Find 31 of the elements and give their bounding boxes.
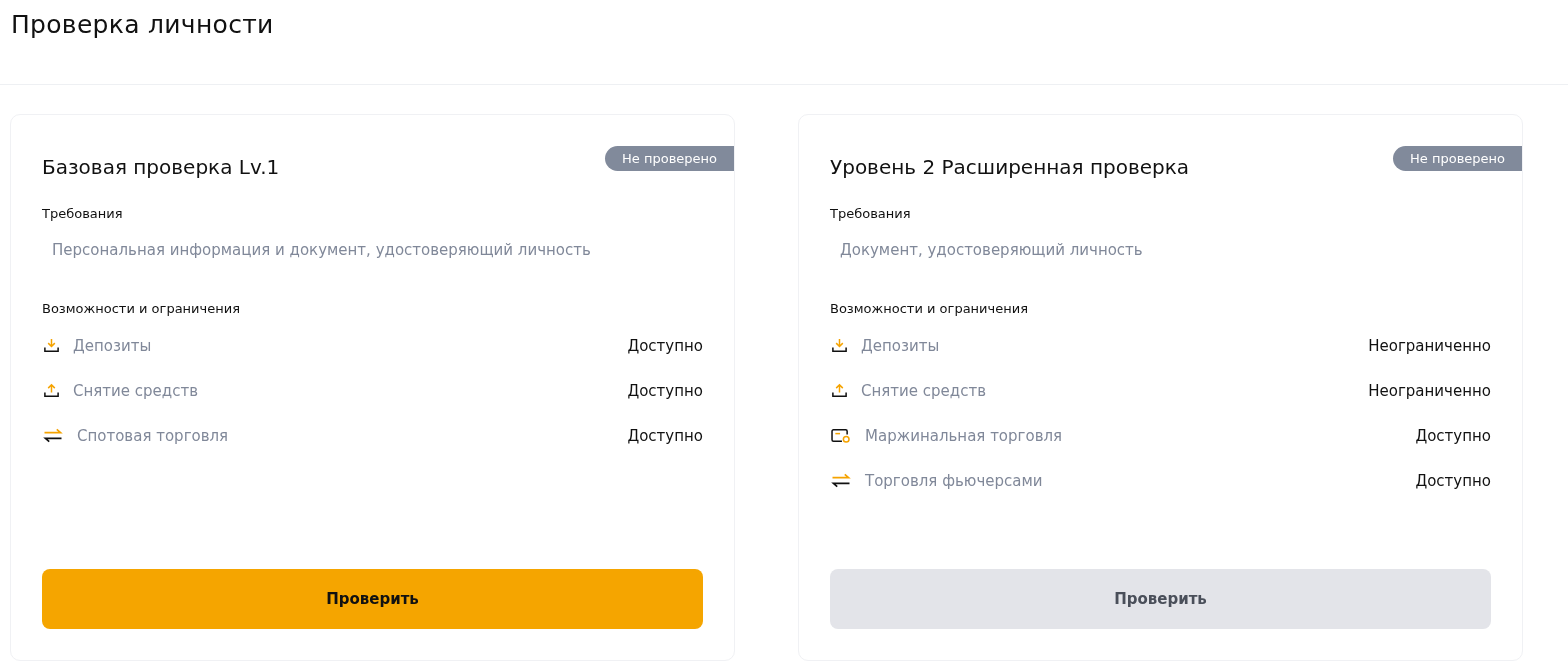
card-coin-icon: [830, 427, 852, 444]
feature-value: Доступно: [627, 336, 703, 355]
feature-value: Доступно: [627, 426, 703, 445]
feature-value: Доступно: [1415, 426, 1491, 445]
feature-label: Депозиты: [861, 336, 941, 355]
download-icon: [830, 337, 849, 354]
feature-label: Депозиты: [73, 336, 153, 355]
card-title: Базовая проверка Lv.1: [42, 155, 280, 179]
section-label: Возможности и ограничения: [830, 301, 1029, 316]
section-label: Возможности и ограничения: [42, 301, 241, 316]
section-label: Требования: [42, 206, 124, 221]
verify-button[interactable]: Проверить: [42, 569, 703, 629]
feature-label: Спотовая торговля: [77, 426, 230, 445]
feature-label: Торговля фьючерсами: [865, 471, 1044, 490]
upload-icon: [830, 382, 849, 399]
requirements-text: Персональная информация и документ, удостоверяющий личность: [51, 241, 592, 259]
feature-value: Неограниченно: [1368, 336, 1491, 355]
page-title: Проверка личности: [11, 10, 275, 39]
feature-label: Маржинальная торговля: [865, 426, 1064, 445]
feature-label: Снятие средств: [861, 381, 987, 400]
download-icon: [42, 337, 61, 354]
upload-icon: [42, 382, 61, 399]
card-title: Уровень 2 Расширенная проверка: [830, 155, 1190, 179]
status-badge: Не проверено: [605, 146, 734, 171]
requirements-text: Документ, удостоверяющий личность: [839, 241, 1144, 259]
feature-value: Доступно: [1415, 471, 1491, 490]
feature-value: Доступно: [627, 381, 703, 400]
status-badge: Не проверено: [1393, 146, 1522, 171]
section-label: Требования: [830, 206, 912, 221]
feature-value: Неограниченно: [1368, 381, 1491, 400]
feature-label: Снятие средств: [73, 381, 199, 400]
